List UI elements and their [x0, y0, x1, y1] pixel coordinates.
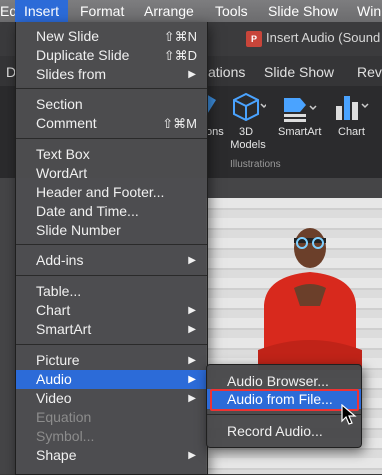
- menu-item-text-box[interactable]: Text Box: [16, 145, 207, 164]
- powerpoint-doc-icon: P: [246, 31, 262, 47]
- shortcut-new-slide: ⇧⌘N: [163, 29, 197, 44]
- menu-item-chart[interactable]: Chart ▶: [16, 301, 207, 320]
- ribbon-chart-label[interactable]: Chart: [338, 126, 365, 138]
- menu-format[interactable]: Format: [80, 0, 124, 22]
- menu-slide-show[interactable]: Slide Show: [268, 0, 338, 22]
- menu-item-slides-from[interactable]: Slides from ▶: [16, 65, 207, 84]
- tab-animations[interactable]: ations: [208, 64, 245, 80]
- menu-item-symbol: Symbol...: [36, 428, 95, 444]
- menu-item-shape[interactable]: Shape ▶: [16, 446, 207, 465]
- tab-slide-show[interactable]: Slide Show: [264, 64, 334, 80]
- menu-separator: [16, 88, 207, 89]
- submenu-arrow-icon: ▶: [188, 305, 196, 316]
- menu-tools[interactable]: Tools: [215, 0, 248, 22]
- document-title: Insert Audio (Sound: [266, 30, 381, 45]
- menubar: Edit Insert Format Arrange Tools Slide S…: [0, 0, 382, 22]
- chart-icon[interactable]: [334, 92, 370, 122]
- menu-item-duplicate-slide[interactable]: Duplicate Slide ⇧⌘D: [16, 46, 207, 65]
- ribbon-smartart-label[interactable]: SmartArt: [278, 126, 321, 138]
- menu-item-table[interactable]: Table...: [16, 282, 207, 301]
- ribbon-shapes-label[interactable]: ons: [206, 126, 224, 138]
- menu-item-section[interactable]: Section: [16, 95, 207, 114]
- menu-item-comment[interactable]: Comment ⇧⌘M: [16, 114, 207, 133]
- mouse-pointer-icon: [341, 404, 357, 425]
- smartart-icon[interactable]: [282, 94, 318, 122]
- slide-photo-person: [258, 228, 362, 370]
- shortcut-comment: ⇧⌘M: [162, 116, 197, 131]
- menu-item-wordart[interactable]: WordArt: [16, 164, 207, 183]
- ribbon-3d-label-a[interactable]: 3D: [230, 126, 262, 138]
- menu-separator: [16, 275, 207, 276]
- illustrations-group-label: Illustrations: [230, 159, 281, 170]
- submenu-arrow-icon: ▶: [188, 69, 196, 80]
- menu-item-slide-number[interactable]: Slide Number: [16, 221, 207, 240]
- submenu-item-audio-browser[interactable]: Audio Browser...: [207, 371, 361, 391]
- menu-window[interactable]: Win: [357, 0, 381, 22]
- insert-menu: New Slide ⇧⌘N Duplicate Slide ⇧⌘D Slides…: [15, 22, 208, 475]
- submenu-arrow-icon: ▶: [188, 324, 196, 335]
- submenu-arrow-icon: ▶: [188, 355, 196, 366]
- menu-item-equation: Equation: [36, 409, 92, 425]
- audio-submenu: Audio Browser... Audio from File... Reco…: [206, 364, 362, 448]
- menu-item-date-time[interactable]: Date and Time...: [16, 202, 207, 221]
- menu-insert[interactable]: Insert: [15, 0, 69, 22]
- 3d-cube-icon[interactable]: [230, 92, 266, 122]
- menu-arrange[interactable]: Arrange: [144, 0, 194, 22]
- menu-item-smartart[interactable]: SmartArt ▶: [16, 320, 207, 339]
- menu-separator: [16, 344, 207, 345]
- menu-separator: [16, 244, 207, 245]
- shapes-icon[interactable]: [206, 94, 220, 118]
- menu-item-add-ins[interactable]: Add-ins ▶: [16, 251, 207, 270]
- submenu-arrow-icon: ▶: [188, 255, 196, 266]
- menu-item-new-slide[interactable]: New Slide ⇧⌘N: [16, 27, 207, 46]
- tab-review[interactable]: Revi: [357, 64, 382, 80]
- submenu-item-audio-from-file[interactable]: Audio from File...: [207, 389, 361, 411]
- submenu-arrow-icon: ▶: [188, 450, 196, 461]
- submenu-arrow-icon: ▶: [188, 374, 196, 385]
- menu-separator: [207, 414, 361, 415]
- shortcut-duplicate-slide: ⇧⌘D: [163, 48, 197, 63]
- menu-item-header-footer[interactable]: Header and Footer...: [16, 183, 207, 202]
- menu-item-audio[interactable]: Audio ▶: [16, 370, 207, 389]
- submenu-item-record-audio[interactable]: Record Audio...: [207, 421, 361, 441]
- submenu-arrow-icon: ▶: [188, 393, 196, 404]
- ribbon-3d-label-b[interactable]: Models: [230, 139, 266, 151]
- menu-item-picture[interactable]: Picture ▶: [16, 351, 207, 370]
- menu-separator: [16, 138, 207, 139]
- menu-item-video[interactable]: Video ▶: [16, 389, 207, 408]
